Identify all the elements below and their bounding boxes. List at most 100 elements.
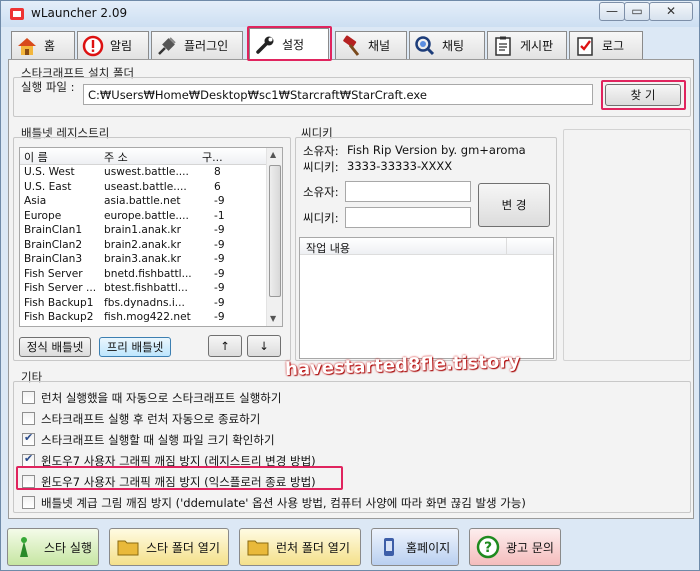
cdkey-input-label: 씨디키: xyxy=(303,211,339,225)
column-header-name[interactable]: 이 름 xyxy=(24,149,48,165)
option-label[interactable]: 스타크래프트 실행 후 런처 자동으로 종료하기 xyxy=(41,411,260,427)
registry-cell-address: fbs.dynadns.i... xyxy=(104,296,185,309)
registry-row[interactable]: Fish Backup2 fish.mog422.net -9 xyxy=(20,311,266,326)
registry-row[interactable]: Fish Backup1 fbs.dynadns.i... -9 xyxy=(20,297,266,312)
registry-cell-address: btest.fishbattl... xyxy=(104,282,188,294)
registry-row[interactable]: BrainClan1 brain1.anak.kr -9 xyxy=(20,224,266,239)
tab-log[interactable]: 로그 xyxy=(569,31,643,59)
task-log-list[interactable]: 작업 내용 xyxy=(299,237,554,359)
registry-cell-name: Fish Backup2 xyxy=(24,311,94,323)
star-launch-icon xyxy=(20,537,28,557)
registry-cell-name: Fish Server xyxy=(24,267,83,280)
registry-cell-level: 6 xyxy=(214,180,221,193)
tab-label: 로그 xyxy=(602,39,625,53)
star-launch-label: 스타 실행 xyxy=(44,540,92,555)
scroll-down-icon[interactable]: ▼ xyxy=(270,314,276,323)
official-battlenet-button[interactable]: 정식 배틀넷 xyxy=(19,337,91,357)
registry-cell-name: BrainClan1 xyxy=(24,224,83,236)
tab-board[interactable]: 게시판 xyxy=(487,31,567,59)
change-button[interactable]: 변 경 xyxy=(478,183,550,227)
registry-row[interactable]: Europe europe.battle.... -1 xyxy=(20,210,266,225)
registry-cell-address: uswest.battle.... xyxy=(104,166,189,178)
registry-cell-level: -9 xyxy=(214,253,225,265)
option-checkbox[interactable] xyxy=(22,412,35,425)
registry-row[interactable]: Fish Server ... btest.fishbattl... -9 xyxy=(20,282,266,297)
owner-input[interactable] xyxy=(345,181,471,202)
tab-alerts[interactable]: 알림 xyxy=(77,31,149,59)
exe-file-label: 실행 파일 : xyxy=(21,80,75,94)
registry-row[interactable]: Fish Server bnetd.fishbattl... -9 xyxy=(20,268,266,283)
move-up-button[interactable]: ↑ xyxy=(208,335,242,357)
tab-label: 플러그인 xyxy=(184,39,229,53)
clipboard-icon xyxy=(495,36,511,56)
cdkey-label: 씨디키: xyxy=(303,160,339,174)
column-divider xyxy=(506,238,507,255)
question-icon: ? xyxy=(476,535,500,559)
registry-row[interactable]: BrainClan2 brain2.anak.kr -9 xyxy=(20,239,266,254)
tab-label: 알림 xyxy=(110,39,133,53)
registry-cell-name: BrainClan2 xyxy=(24,238,83,251)
scroll-thumb[interactable] xyxy=(269,165,281,297)
window-title: wLauncher 2.09 xyxy=(31,6,128,20)
option-checkbox[interactable] xyxy=(22,431,35,446)
registry-scrollbar[interactable]: ▲ ▼ xyxy=(266,148,282,326)
settings-tab-highlight xyxy=(247,26,332,61)
open-launcher-folder-button[interactable]: 런처 폴더 열기 xyxy=(239,528,361,566)
tab-plugins[interactable]: 플러그인 xyxy=(151,31,243,59)
registry-cell-name: U.S. East xyxy=(24,180,72,193)
exe-path-field[interactable]: C:₩Users₩Home₩Desktop₩sc1₩Starcraft₩Star… xyxy=(83,84,593,105)
free-battlenet-button[interactable]: 프리 배틀넷 xyxy=(99,337,171,357)
tab-chat[interactable]: 채팅 xyxy=(409,31,485,59)
registry-cell-address: brain1.anak.kr xyxy=(104,224,182,236)
owner-label: 소유자: xyxy=(303,144,339,158)
minimize-icon: — xyxy=(606,4,618,18)
registry-cell-address: europe.battle.... xyxy=(104,209,189,222)
option-label[interactable]: 배틀넷 계급 그림 깨짐 방지 ('ddemulate' 옵션 사용 방법, 컴… xyxy=(41,495,526,511)
option-checkbox[interactable] xyxy=(22,496,35,509)
tab-channel[interactable]: 채널 xyxy=(335,31,407,59)
registry-row[interactable]: BrainClan3 brain3.anak.kr -9 xyxy=(20,253,266,268)
maximize-icon: ▭ xyxy=(631,4,643,18)
checklist-icon xyxy=(577,36,593,56)
option-highlight xyxy=(16,466,343,490)
tab-label: 채널 xyxy=(368,39,391,53)
option-checkbox[interactable] xyxy=(22,391,35,404)
option-label[interactable]: 스타크래프트 실행할 때 실행 파일 크기 확인하기 xyxy=(41,432,275,448)
app-icon xyxy=(10,8,24,20)
registry-row[interactable]: U.S. East useast.battle.... 6 xyxy=(20,181,266,196)
column-header-level[interactable]: 구... xyxy=(202,149,223,165)
ad-inquiry-button[interactable]: ? 광고 문의 xyxy=(469,528,561,566)
star-launch-button[interactable]: 스타 실행 xyxy=(7,528,99,566)
registry-cell-name: Fish Server ... xyxy=(24,282,97,294)
registry-row[interactable]: Asia asia.battle.net -9 xyxy=(20,195,266,210)
registry-cell-level: -1 xyxy=(214,209,225,222)
homepage-icon xyxy=(384,538,394,556)
registry-list[interactable]: 이 름 주 소 구... U.S. West uswest.battle.... 8… xyxy=(19,147,283,327)
ad-inquiry-label: 광고 문의 xyxy=(506,540,554,555)
move-down-button[interactable]: ↓ xyxy=(247,335,281,357)
find-button-highlight xyxy=(601,80,686,110)
option-label[interactable]: 런처 실행했을 때 자동으로 스타크래프트 실행하기 xyxy=(41,390,281,406)
minimize-button[interactable]: — xyxy=(599,2,625,21)
home-icon xyxy=(18,37,36,55)
registry-cell-address: brain3.anak.kr xyxy=(104,253,182,265)
chat-icon xyxy=(415,35,435,55)
registry-cell-level: -9 xyxy=(214,224,225,236)
open-star-folder-button[interactable]: 스타 폴더 열기 xyxy=(109,528,229,566)
registry-cell-level: 8 xyxy=(214,166,221,178)
registry-cell-address: useast.battle.... xyxy=(104,180,187,193)
close-button[interactable]: ✕ xyxy=(649,2,693,21)
scroll-up-icon[interactable]: ▲ xyxy=(270,150,276,159)
cdkey-input[interactable] xyxy=(345,207,471,228)
task-log-header: 작업 내용 xyxy=(300,238,553,255)
owner-input-label: 소유자: xyxy=(303,185,339,199)
homepage-button[interactable]: 홈페이지 xyxy=(371,528,459,566)
registry-cell-level: -9 xyxy=(214,267,225,280)
empty-side-panel xyxy=(563,129,691,361)
maximize-button[interactable]: ▭ xyxy=(624,2,650,21)
column-header-address[interactable]: 주 소 xyxy=(104,149,128,165)
registry-cell-address: fish.mog422.net xyxy=(104,311,191,323)
tab-home[interactable]: 홈 xyxy=(11,31,75,59)
registry-row[interactable]: U.S. West uswest.battle.... 8 xyxy=(20,166,266,181)
cdkey-value: 3333-33333-XXXX xyxy=(347,159,453,173)
